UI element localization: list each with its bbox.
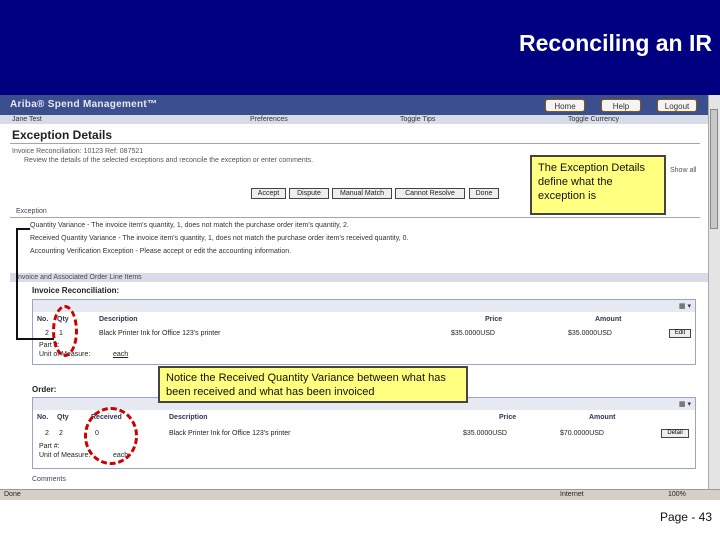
column-header-price: Price	[499, 414, 517, 421]
accept-button[interactable]: Accept	[251, 188, 286, 199]
instructions-text: Review the details of the selected excep…	[24, 157, 314, 164]
column-header-no: No.	[37, 414, 49, 421]
internet-zone-label: Internet	[560, 491, 584, 498]
invoice-table: ▦ ▾ No. Qty Description Price Amount 2 1…	[32, 299, 696, 365]
status-text: Done	[4, 491, 21, 498]
divider	[10, 217, 700, 218]
table-options-icon[interactable]: ▦ ▾	[679, 400, 691, 408]
column-header-description: Description	[169, 414, 208, 421]
invoice-line-price: $35.0000USD	[451, 330, 495, 337]
show-details-link[interactable]: Show all	[670, 167, 696, 174]
highlight-received-qty	[84, 407, 138, 465]
dispute-button[interactable]: Dispute	[289, 188, 329, 199]
slide-title: Reconciling an IR	[519, 30, 712, 56]
column-header-qty: Qty	[57, 414, 69, 421]
column-header-description: Description	[99, 316, 138, 323]
column-header-no: No.	[37, 316, 49, 323]
exception-label: Exception	[16, 208, 47, 215]
zoom-level[interactable]: 100%	[668, 490, 686, 500]
divider	[10, 143, 700, 144]
logout-button[interactable]: Logout	[657, 99, 697, 112]
invoice-line-no: 2	[45, 330, 49, 337]
page-number: Page - 43	[659, 510, 712, 524]
invoice-line-description: Black Printer Ink for Office 123's print…	[99, 330, 221, 337]
toggle-tips-link[interactable]: Toggle Tips	[400, 115, 435, 124]
invoice-section-label: Invoice and Associated Order Line Items	[16, 274, 142, 281]
table-toolbar: ▦ ▾	[33, 300, 695, 312]
app-sub-bar: Jane Test Preferences Toggle Tips Toggle…	[0, 115, 708, 124]
browser-status-bar: Done Internet 100%	[0, 489, 720, 500]
app-logo: Ariba® Spend Management™	[10, 99, 158, 110]
detail-line-button[interactable]: Detail	[661, 429, 689, 438]
order-line-amount: $70.0000USD	[560, 430, 604, 437]
part-number-label: Part #:	[39, 443, 60, 450]
column-header-price: Price	[485, 316, 503, 323]
home-button[interactable]: Home	[545, 99, 585, 112]
user-name: Jane Test	[12, 116, 42, 123]
invoice-reconciliation-title: Invoice Reconciliation:	[32, 286, 120, 295]
scrollbar-thumb[interactable]	[710, 109, 718, 229]
invoice-section-band: Invoice and Associated Order Line Items	[10, 273, 708, 282]
table-options-icon[interactable]: ▦ ▾	[679, 302, 691, 310]
slide-header: Reconciling an IR	[0, 0, 720, 95]
order-line-no: 2	[45, 430, 49, 437]
connector-arrow	[16, 228, 30, 230]
comments-label: Comments	[32, 476, 66, 483]
toggle-currency-link[interactable]: Toggle Currency	[568, 115, 619, 124]
highlight-invoice-qty	[52, 305, 78, 357]
received-variance-callout: Notice the Received Quantity Variance be…	[158, 366, 468, 403]
unit-of-measure-value[interactable]: each	[113, 351, 128, 358]
invoice-reference: Invoice Reconciliation: 10123 Ref: 08752…	[12, 148, 144, 155]
done-button[interactable]: Done	[469, 188, 499, 199]
column-header-amount: Amount	[595, 316, 622, 323]
received-quantity-variance-text: Received Quantity Variance - The invoice…	[30, 235, 409, 242]
edit-line-button[interactable]: Edit	[669, 329, 691, 338]
exception-details-callout: The Exception Details define what the ex…	[530, 155, 666, 215]
connector-arrow	[16, 338, 54, 340]
preferences-link[interactable]: Preferences	[250, 115, 288, 124]
manual-match-button[interactable]: Manual Match	[332, 188, 392, 199]
invoice-line-amount: $35.0000USD	[568, 330, 612, 337]
order-line-price: $35.0000USD	[463, 430, 507, 437]
unit-of-measure-label: Unit of Measure:	[39, 452, 91, 459]
vertical-scrollbar[interactable]	[708, 95, 720, 490]
page-title: Exception Details	[12, 128, 113, 142]
order-title: Order:	[32, 385, 57, 394]
order-line-description: Black Printer Ink for Office 123's print…	[169, 430, 291, 437]
app-header-bar: Ariba® Spend Management™ Home Help Logou…	[0, 95, 708, 115]
quantity-variance-text: Quantity Variance - The invoice item's q…	[30, 222, 349, 229]
accounting-verification-text: Accounting Verification Exception - Plea…	[30, 248, 292, 255]
order-line-qty: 2	[59, 430, 63, 437]
cannot-resolve-button[interactable]: Cannot Resolve	[395, 188, 465, 199]
connector-arrow	[16, 228, 18, 340]
column-header-amount: Amount	[589, 414, 616, 421]
help-button[interactable]: Help	[601, 99, 641, 112]
